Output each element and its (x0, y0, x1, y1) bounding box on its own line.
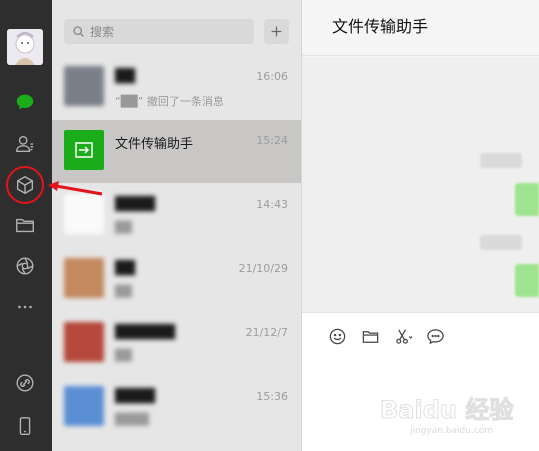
scissors-icon[interactable] (392, 325, 414, 347)
conversation-preview: ██ (115, 349, 132, 362)
folder-icon[interactable] (12, 212, 38, 238)
chat-window: 文件传输助手 (302, 0, 539, 451)
conversation-time: 14:43 (256, 198, 288, 211)
conversation-name: 文件传输助手 (115, 137, 194, 152)
emoji-icon[interactable] (326, 325, 348, 347)
watermark: Baidu 经验 jingyan.baidu.com (379, 390, 530, 445)
avatar (64, 194, 104, 234)
phone-icon[interactable] (12, 413, 38, 439)
plus-icon (271, 26, 282, 37)
annotation-circle (6, 166, 44, 204)
conversation-name: ██████ (115, 325, 175, 340)
chat-icon[interactable] (12, 89, 38, 115)
sidebar-rail (0, 0, 52, 451)
more-icon[interactable] (12, 294, 38, 320)
conversation-time: 15:24 (256, 134, 288, 147)
conversation-list: ██ 16:06 “██” 撤回了一条消息 文件传输助手 15:24 ████ … (52, 0, 302, 451)
folder-icon[interactable] (359, 325, 381, 347)
message-bubble (515, 183, 539, 216)
avatar (64, 386, 104, 426)
conversation-item[interactable]: ██ 21/10/29 ██ (52, 248, 301, 311)
conversation-preview: “██” 撤回了一条消息 (115, 95, 224, 108)
conversation-preview: ██ (115, 221, 132, 234)
watermark-url: jingyan.baidu.com (410, 426, 494, 436)
contacts-icon[interactable] (12, 131, 38, 157)
conversation-time: 16:06 (256, 70, 288, 83)
conversation-preview: ████ (115, 413, 149, 426)
conversation-item[interactable]: ██████ 21/12/7 ██ (52, 312, 301, 375)
conversation-time: 21/10/29 (238, 262, 288, 275)
conversation-item[interactable]: ████ 15:36 ████ (52, 376, 301, 439)
conversation-item[interactable]: ██ 16:06 “██” 撤回了一条消息 (52, 56, 301, 119)
search-input[interactable] (90, 20, 250, 43)
file-transfer-icon (75, 142, 93, 158)
message-bubble (515, 264, 539, 297)
add-button[interactable] (264, 19, 289, 44)
file-transfer-avatar (64, 130, 104, 170)
conversation-name: ████ (115, 389, 155, 404)
chat-header: 文件传输助手 (302, 0, 539, 56)
avatar (64, 66, 104, 106)
avatar[interactable] (7, 29, 43, 65)
conversation-name: ██ (115, 69, 135, 84)
conversation-time: 15:36 (256, 390, 288, 403)
conversation-name: ████ (115, 197, 155, 212)
chat-title: 文件传输助手 (332, 17, 429, 36)
watermark-brand: Baidu 经验 (379, 396, 514, 425)
comment-icon[interactable] (424, 325, 446, 347)
avatar (64, 258, 104, 298)
conversation-time: 21/12/7 (245, 326, 288, 339)
conversation-item-selected[interactable]: 文件传输助手 15:24 (52, 120, 301, 183)
conversation-preview: ██ (115, 285, 132, 298)
search-box[interactable] (64, 19, 254, 44)
conversation-name: ██ (115, 261, 135, 276)
moments-icon[interactable] (12, 253, 38, 279)
timestamp-pill (480, 153, 522, 168)
message-area (302, 57, 539, 312)
annotation-arrow (48, 181, 103, 196)
avatar (64, 322, 104, 362)
settings-link-icon[interactable] (12, 370, 38, 396)
timestamp-pill (480, 235, 522, 250)
search-icon (73, 26, 84, 37)
